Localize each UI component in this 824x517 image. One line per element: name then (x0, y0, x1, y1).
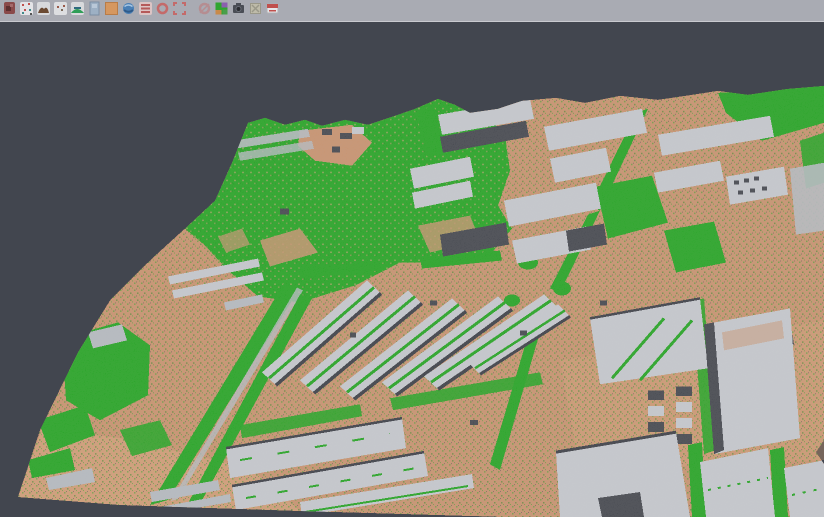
red-crop-brackets-icon[interactable] (172, 1, 187, 16)
green-terrain-icon[interactable] (70, 1, 85, 16)
application-window (0, 0, 824, 517)
maroon-stamp-icon[interactable] (2, 1, 17, 16)
brown-mound-icon[interactable] (36, 1, 51, 16)
red-lines-icon[interactable] (138, 1, 153, 16)
scatter-points-icon[interactable] (19, 1, 34, 16)
blue-slab-icon[interactable] (87, 1, 102, 16)
main-toolbar (0, 0, 824, 22)
orange-square-icon[interactable] (104, 1, 119, 16)
classification-palette-icon[interactable] (214, 1, 229, 16)
viewport-3d[interactable] (0, 23, 824, 517)
camera-dark-icon[interactable] (231, 1, 246, 16)
point-cloud-scene (0, 23, 824, 517)
red-ring-icon[interactable] (155, 1, 170, 16)
blue-globe-icon[interactable] (121, 1, 136, 16)
red-card-icon[interactable] (265, 1, 280, 16)
red-ring-disabled-icon[interactable] (197, 1, 212, 16)
yellow-tag-disabled-icon[interactable] (248, 1, 263, 16)
sparse-points-icon[interactable] (53, 1, 68, 16)
